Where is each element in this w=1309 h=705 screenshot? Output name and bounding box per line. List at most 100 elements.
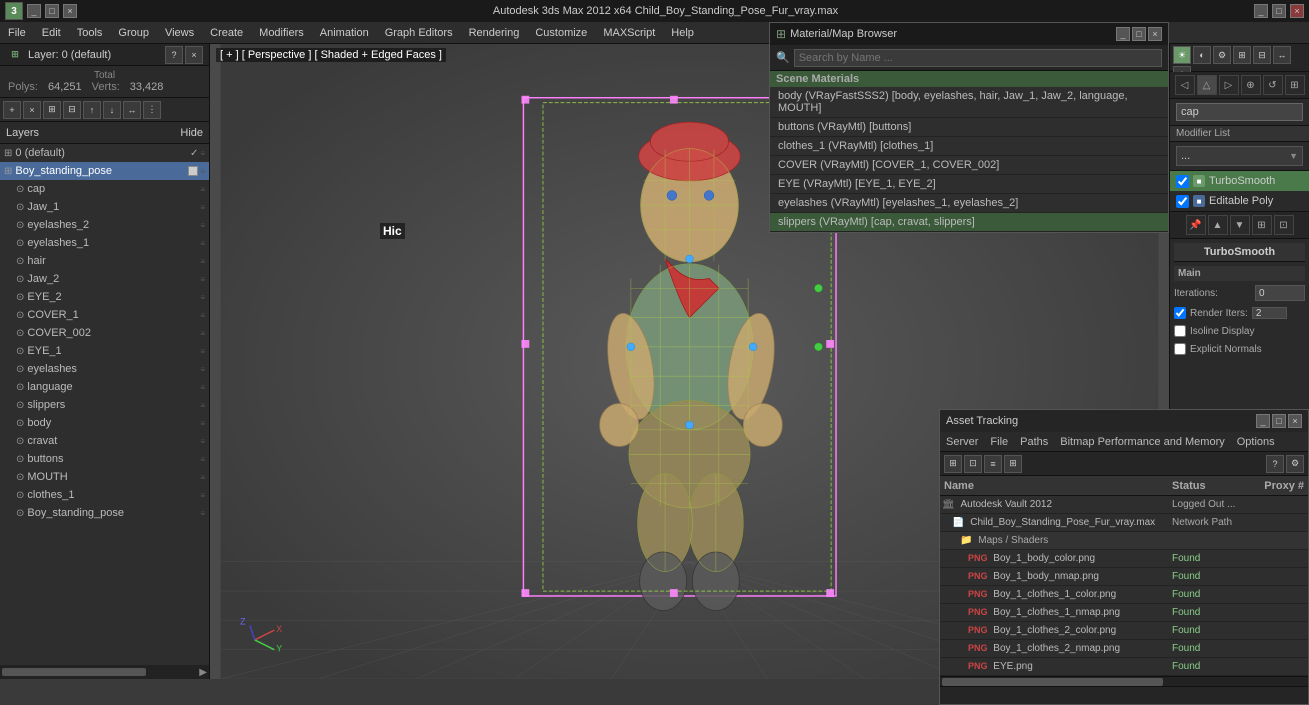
layer-btn7[interactable]: ↔	[123, 101, 141, 119]
at-row-eye[interactable]: PNG EYE.png Found	[940, 658, 1308, 676]
layer-item-language[interactable]: ⊙ language ≡	[0, 378, 209, 396]
menu-rendering[interactable]: Rendering	[461, 22, 528, 43]
at-row-vault[interactable]: 🏛 Autodesk Vault 2012 Logged Out ...	[940, 496, 1308, 514]
maximize-app-btn[interactable]: □	[1272, 4, 1286, 18]
at-menu-options[interactable]: Options	[1231, 432, 1281, 451]
delete-layer-btn[interactable]: ×	[23, 101, 41, 119]
layer-item-eye1[interactable]: ⊙ EYE_1 ≡	[0, 342, 209, 360]
at-minimize-btn[interactable]: _	[1256, 414, 1270, 428]
mat-maximize-btn[interactable]: □	[1132, 27, 1146, 41]
layer-item-eye2[interactable]: ⊙ EYE_2 ≡	[0, 288, 209, 306]
rt-btn-2[interactable]: ◐	[1193, 46, 1211, 64]
explicit-normals-checkbox[interactable]	[1174, 343, 1186, 355]
modifier-ep-checkbox[interactable]	[1176, 195, 1189, 208]
layer-item-body[interactable]: ⊙ body ≡	[0, 414, 209, 432]
at-maximize-btn[interactable]: □	[1272, 414, 1286, 428]
layer-btn6[interactable]: ↓	[103, 101, 121, 119]
nav2-box[interactable]: ⊞	[1252, 215, 1272, 235]
layer-btn3[interactable]: ⊞	[43, 101, 61, 119]
menu-maxscript[interactable]: MAXScript	[595, 22, 663, 43]
at-menu-file[interactable]: File	[984, 432, 1014, 451]
at-menu-server[interactable]: Server	[940, 432, 984, 451]
mat-search-input[interactable]	[794, 49, 1162, 67]
nav-arrow-right[interactable]: ▷	[1219, 75, 1239, 95]
modifier-turbosmoothentry[interactable]: ■ TurboSmooth	[1170, 171, 1309, 191]
nav-arrow-left[interactable]: ◁	[1175, 75, 1195, 95]
layer-item-cravat[interactable]: ⊙ cravat ≡	[0, 432, 209, 450]
layer-scrollbar[interactable]: ▶	[0, 665, 209, 679]
at-row-body-color[interactable]: PNG Boy_1_body_color.png Found	[940, 550, 1308, 568]
at-tb-btn1[interactable]: ⊞	[944, 455, 962, 473]
mat-item-body[interactable]: body (VRayFastSSS2) [body, eyelashes, ha…	[770, 87, 1168, 118]
rt-btn-4[interactable]: ⊞	[1233, 46, 1251, 64]
at-tb-btn2[interactable]: ⊡	[964, 455, 982, 473]
layer-close-btn[interactable]: ×	[185, 46, 203, 64]
menu-tools[interactable]: Tools	[69, 22, 111, 43]
nav-arrow-up[interactable]: △	[1197, 75, 1217, 95]
at-row-clothes2-nmap[interactable]: PNG Boy_1_clothes_2_nmap.png Found	[940, 640, 1308, 658]
rt-btn-5[interactable]: ⊟	[1253, 46, 1271, 64]
at-tb-settings-btn[interactable]: ⚙	[1286, 455, 1304, 473]
at-row-clothes1-color[interactable]: PNG Boy_1_clothes_1_color.png Found	[940, 586, 1308, 604]
rt-btn-1[interactable]: ☀	[1173, 46, 1191, 64]
app-icon[interactable]: 3	[5, 2, 23, 20]
iterations-input[interactable]	[1255, 285, 1305, 301]
layer-item-0-default[interactable]: ⊞ 0 (default) ✓ ≡	[0, 144, 209, 162]
cap-input[interactable]	[1176, 103, 1303, 121]
modifier-editablepoly-entry[interactable]: ■ Editable Poly	[1170, 191, 1309, 211]
nav-pin[interactable]: ⊕	[1241, 75, 1261, 95]
at-menu-paths[interactable]: Paths	[1014, 432, 1054, 451]
menu-customize[interactable]: Customize	[527, 22, 595, 43]
mat-item-buttons[interactable]: buttons (VRayMtl) [buttons]	[770, 118, 1168, 137]
at-tb-help-btn[interactable]: ?	[1266, 455, 1284, 473]
menu-modifiers[interactable]: Modifiers	[251, 22, 312, 43]
mat-item-eye[interactable]: EYE (VRayMtl) [EYE_1, EYE_2]	[770, 175, 1168, 194]
layer-item-clothes1[interactable]: ⊙ clothes_1 ≡	[0, 486, 209, 504]
mat-item-eyelashes[interactable]: eyelashes (VRayMtl) [eyelashes_1, eyelas…	[770, 194, 1168, 213]
mat-item-cover[interactable]: COVER (VRayMtl) [COVER_1, COVER_002]	[770, 156, 1168, 175]
menu-help[interactable]: Help	[663, 22, 702, 43]
layer-item-buttons[interactable]: ⊙ buttons ≡	[0, 450, 209, 468]
at-tb-btn3[interactable]: ≡	[984, 455, 1002, 473]
at-row-maxfile[interactable]: 📄 Child_Boy_Standing_Pose_Fur_vray.max N…	[940, 514, 1308, 532]
at-row-clothes1-nmap[interactable]: PNG Boy_1_clothes_1_nmap.png Found	[940, 604, 1308, 622]
mat-item-slippers[interactable]: slippers (VRayMtl) [cap, cravat, slipper…	[770, 213, 1168, 232]
rt-btn-3[interactable]: ⚙	[1213, 46, 1231, 64]
rt-btn-6[interactable]: ↔	[1273, 46, 1291, 64]
at-menu-bitmap-perf[interactable]: Bitmap Performance and Memory	[1054, 432, 1230, 451]
render-iters-checkbox[interactable]	[1174, 307, 1186, 319]
menu-views[interactable]: Views	[157, 22, 202, 43]
at-row-clothes2-color[interactable]: PNG Boy_1_clothes_2_color.png Found	[940, 622, 1308, 640]
layer-item-cover002[interactable]: ⊙ COVER_002 ≡	[0, 324, 209, 342]
layer-btn4[interactable]: ⊟	[63, 101, 81, 119]
layer-btn5[interactable]: ↑	[83, 101, 101, 119]
at-close-btn[interactable]: ×	[1288, 414, 1302, 428]
nav2-camera[interactable]: ⊡	[1274, 215, 1294, 235]
menu-group[interactable]: Group	[110, 22, 157, 43]
menu-file[interactable]: File	[0, 22, 34, 43]
at-row-maps-folder[interactable]: 📁 Maps / Shaders	[940, 532, 1308, 550]
menu-graph-editors[interactable]: Graph Editors	[377, 22, 461, 43]
layer-item-jaw2[interactable]: ⊙ Jaw_2 ≡	[0, 270, 209, 288]
layer-item-hair[interactable]: ⊙ hair ≡	[0, 252, 209, 270]
layer-item-boy-standing-pose2[interactable]: ⊙ Boy_standing_pose ≡	[0, 504, 209, 522]
layer-scroll-right[interactable]: ▶	[199, 667, 207, 678]
layer-item-eyelashes[interactable]: ⊙ eyelashes ≡	[0, 360, 209, 378]
modifier-ts-checkbox[interactable]	[1176, 175, 1189, 188]
new-layer-btn[interactable]: +	[3, 101, 21, 119]
layer-item-mouth[interactable]: ⊙ MOUTH ≡	[0, 468, 209, 486]
nav-spin[interactable]: ↺	[1263, 75, 1283, 95]
nav2-arrow[interactable]: ▲	[1208, 215, 1228, 235]
restore-doc-btn[interactable]: □	[45, 4, 59, 18]
minimize-doc-btn[interactable]: _	[27, 4, 41, 18]
isoline-checkbox[interactable]	[1174, 325, 1186, 337]
layer-item-jaw1[interactable]: ⊙ Jaw_1 ≡	[0, 198, 209, 216]
nav2-pin[interactable]: 📌	[1186, 215, 1206, 235]
menu-edit[interactable]: Edit	[34, 22, 69, 43]
layer-help-btn[interactable]: ?	[165, 46, 183, 64]
mat-item-clothes1[interactable]: clothes_1 (VRayMtl) [clothes_1]	[770, 137, 1168, 156]
close-doc-btn[interactable]: ×	[63, 4, 77, 18]
layer-item-boy-standing-pose[interactable]: ⊞ Boy_standing_pose ≡	[0, 162, 209, 180]
at-tb-btn4[interactable]: ⊞	[1004, 455, 1022, 473]
menu-animation[interactable]: Animation	[312, 22, 377, 43]
